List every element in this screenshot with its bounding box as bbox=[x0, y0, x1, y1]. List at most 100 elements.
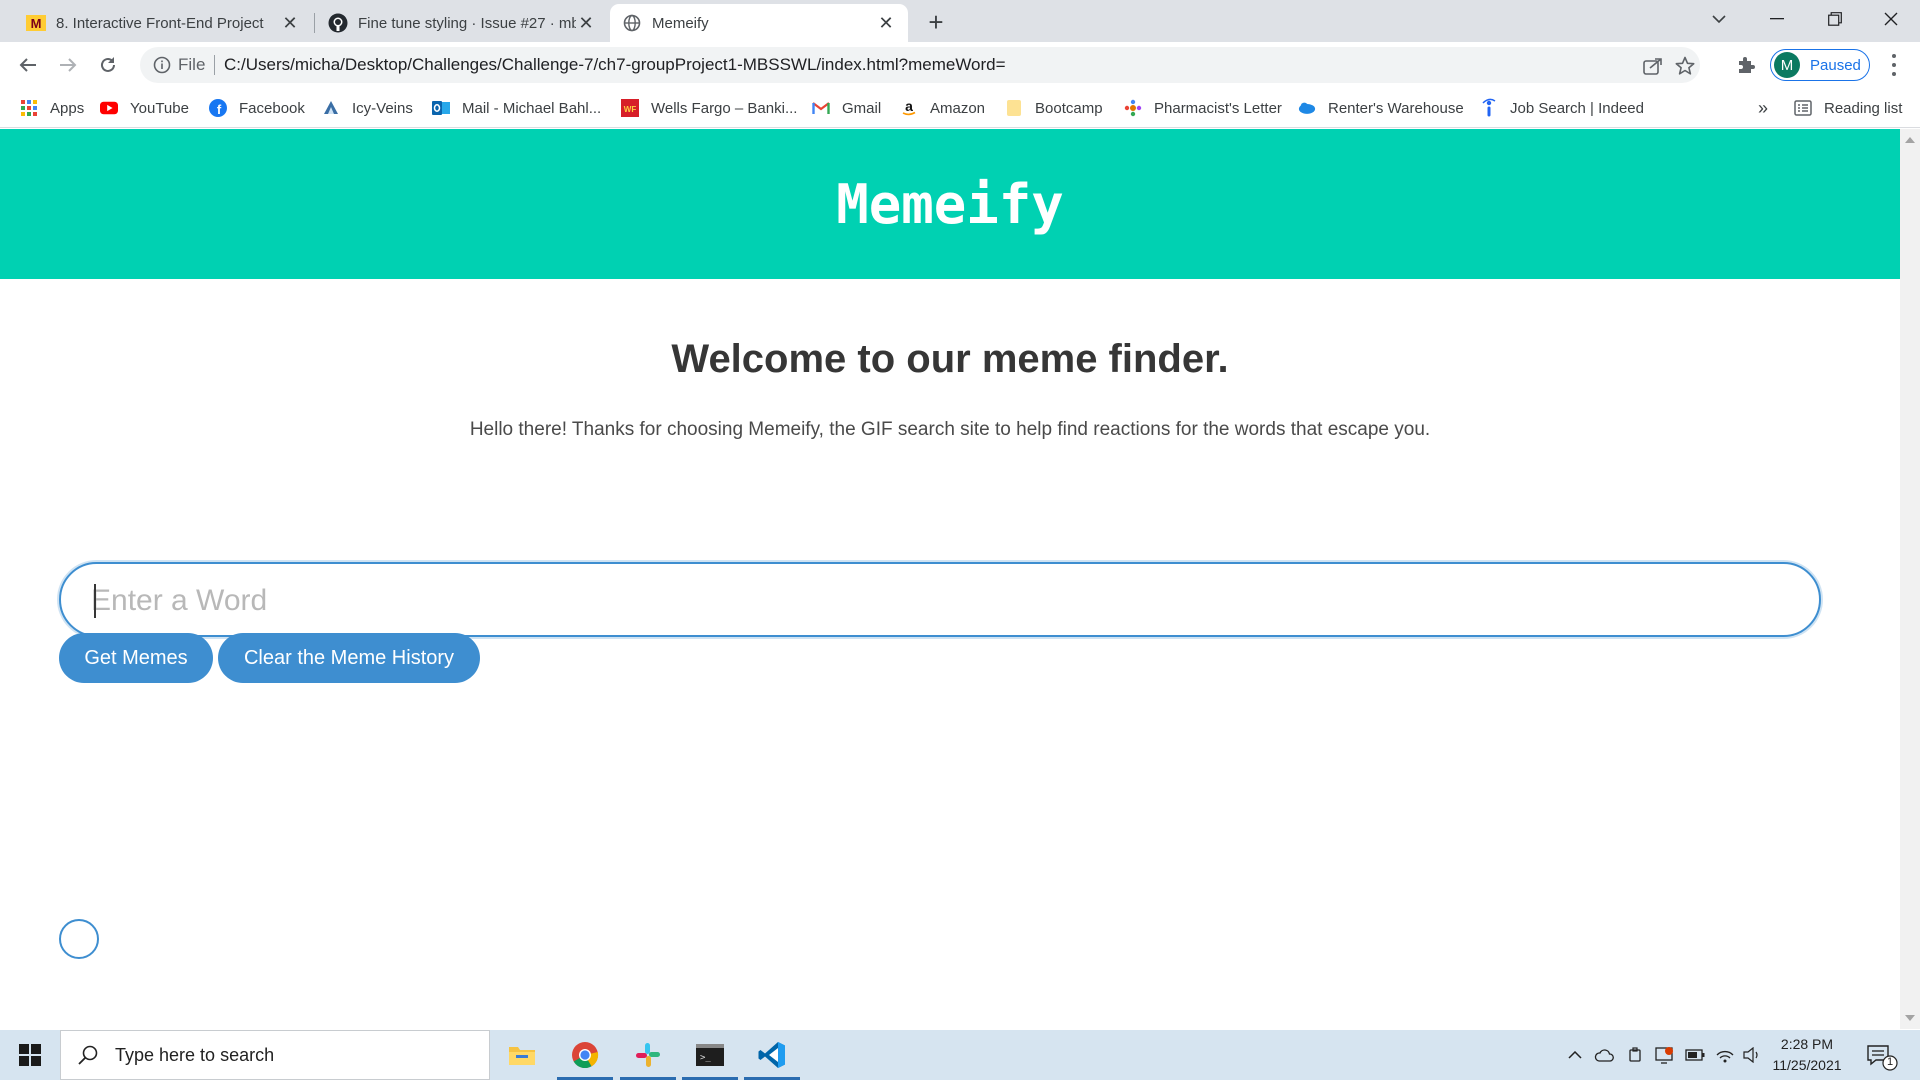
extensions-icon[interactable] bbox=[1732, 51, 1760, 79]
profile-status: Paused bbox=[1810, 56, 1861, 74]
tab-interactive-project[interactable]: M 8. Interactive Front-End Project ✕ bbox=[14, 4, 312, 42]
wifi-icon[interactable] bbox=[1715, 1045, 1735, 1065]
youtube-icon bbox=[100, 99, 118, 117]
github-icon bbox=[328, 13, 348, 33]
bookmark-wells-fargo[interactable]: WF Wells Fargo – Banki... bbox=[621, 97, 797, 119]
bookmark-indeed[interactable]: Job Search | Indeed bbox=[1480, 97, 1644, 119]
slack-icon[interactable] bbox=[618, 1030, 678, 1080]
close-window-button[interactable] bbox=[1862, 0, 1920, 38]
tab-title: 8. Interactive Front-End Project bbox=[56, 14, 264, 32]
svg-text:>_: >_ bbox=[700, 1053, 711, 1063]
bookmark-renters-warehouse[interactable]: Renter's Warehouse bbox=[1298, 97, 1464, 119]
reading-list-icon bbox=[1794, 99, 1812, 117]
bookmark-label: Icy-Veins bbox=[352, 99, 413, 117]
bookmark-pharmacists-letter[interactable]: Pharmacist's Letter bbox=[1124, 97, 1282, 119]
back-button[interactable] bbox=[14, 51, 42, 79]
clock-time: 2:28 PM bbox=[1780, 1036, 1834, 1052]
tab-github-issue[interactable]: Fine tune styling · Issue #27 · mbahl ✕ bbox=[316, 4, 608, 42]
bookmark-label: Amazon bbox=[930, 99, 986, 117]
bookmark-label: Wells Fargo – Banki... bbox=[651, 99, 798, 117]
file-explorer-icon[interactable] bbox=[492, 1030, 552, 1080]
svg-text:M: M bbox=[31, 16, 42, 31]
reload-button[interactable] bbox=[94, 51, 122, 79]
close-icon[interactable]: ✕ bbox=[280, 13, 300, 33]
meme-word-input[interactable] bbox=[91, 582, 1771, 620]
bookmark-amazon[interactable]: a Amazon bbox=[900, 97, 985, 119]
address-divider bbox=[214, 55, 215, 75]
browser-menu-icon[interactable] bbox=[1886, 52, 1902, 78]
bookmark-facebook[interactable]: f Facebook bbox=[209, 97, 305, 119]
apps-grid-icon bbox=[20, 99, 38, 117]
chrome-icon[interactable] bbox=[555, 1030, 615, 1080]
forward-button[interactable] bbox=[54, 51, 82, 79]
tab-memeify[interactable]: Memeify ✕ bbox=[610, 4, 908, 42]
meme-search-field[interactable] bbox=[59, 562, 1821, 637]
avatar: M bbox=[1774, 52, 1800, 78]
university-favicon: M bbox=[26, 13, 46, 33]
reading-list-button[interactable]: Reading list bbox=[1794, 97, 1902, 119]
svg-text:f: f bbox=[217, 102, 222, 117]
bookmark-label: Mail - Michael Bahl... bbox=[462, 99, 602, 117]
folder-icon bbox=[1005, 99, 1023, 117]
loading-circle bbox=[59, 919, 99, 959]
bookmark-star-icon[interactable] bbox=[1674, 55, 1696, 77]
info-icon[interactable] bbox=[152, 55, 172, 75]
page-scrollbar[interactable] bbox=[1900, 129, 1920, 1029]
close-icon[interactable]: ✕ bbox=[576, 13, 596, 33]
meet-now-icon[interactable] bbox=[1626, 1045, 1646, 1065]
bookmark-icy-veins[interactable]: Icy-Veins bbox=[322, 97, 413, 119]
facebook-icon: f bbox=[209, 99, 227, 117]
site-title: Memeify bbox=[836, 172, 1064, 236]
taskbar-search-box[interactable]: Type here to search bbox=[60, 1030, 490, 1080]
address-bar[interactable]: File C:/Users/micha/Desktop/Challenges/C… bbox=[140, 47, 1700, 83]
intro-text: Hello there! Thanks for choosing Memeify… bbox=[469, 419, 1431, 440]
volume-icon[interactable] bbox=[1742, 1045, 1762, 1065]
address-url[interactable]: C:/Users/micha/Desktop/Challenges/Challe… bbox=[224, 55, 1006, 75]
scroll-up-arrow-icon[interactable] bbox=[1905, 137, 1915, 143]
bookmarks-overflow-button[interactable]: » bbox=[1758, 97, 1768, 119]
onedrive-cloud-icon[interactable] bbox=[1594, 1045, 1614, 1065]
get-memes-button[interactable]: Get Memes bbox=[59, 633, 213, 683]
bookmark-label: YouTube bbox=[130, 99, 189, 117]
tab-title: Fine tune styling · Issue #27 · mbahl bbox=[358, 14, 576, 32]
browser-toolbar: File C:/Users/micha/Desktop/Challenges/C… bbox=[0, 42, 1920, 88]
clear-history-button[interactable]: Clear the Meme History bbox=[218, 633, 480, 683]
bookmark-youtube[interactable]: YouTube bbox=[100, 97, 189, 119]
bookmark-gmail[interactable]: Gmail bbox=[812, 97, 881, 119]
bookmark-bootcamp[interactable]: Bootcamp bbox=[1005, 97, 1103, 119]
tab-title: Memeify bbox=[652, 14, 709, 32]
update-notification-icon[interactable] bbox=[1655, 1045, 1675, 1065]
search-icon bbox=[77, 1044, 99, 1066]
svg-text:a: a bbox=[905, 99, 913, 114]
clock-date: 11/25/2021 bbox=[1772, 1057, 1842, 1073]
taskbar-clock[interactable]: 2:28 PM 11/25/2021 bbox=[1762, 1034, 1852, 1076]
minimize-button[interactable] bbox=[1748, 0, 1806, 38]
amazon-icon: a bbox=[900, 99, 918, 117]
indeed-icon bbox=[1480, 98, 1498, 117]
show-hidden-icons-chevron-icon[interactable] bbox=[1565, 1045, 1585, 1065]
tab-separator bbox=[314, 13, 315, 33]
gmail-icon bbox=[812, 99, 830, 117]
bookmark-apps[interactable]: Apps bbox=[20, 97, 84, 119]
vscode-icon[interactable] bbox=[742, 1030, 802, 1080]
bookmark-label: Renter's Warehouse bbox=[1328, 99, 1464, 117]
battery-icon[interactable] bbox=[1685, 1045, 1705, 1065]
terminal-icon[interactable]: >_ bbox=[680, 1030, 740, 1080]
action-center-button[interactable]: 1 bbox=[1866, 1042, 1900, 1072]
restore-button[interactable] bbox=[1806, 0, 1864, 38]
bookmarks-bar: Apps YouTube f Facebook Icy-Veins Mail -… bbox=[0, 88, 1920, 128]
share-icon[interactable] bbox=[1642, 55, 1664, 77]
close-icon[interactable]: ✕ bbox=[876, 13, 896, 33]
taskbar-search-placeholder: Type here to search bbox=[115, 1044, 275, 1065]
wells-fargo-icon: WF bbox=[621, 99, 639, 117]
bookmark-label: Pharmacist's Letter bbox=[1154, 99, 1282, 117]
bookmark-label: Apps bbox=[50, 99, 85, 117]
svg-text:WF: WF bbox=[624, 105, 637, 114]
new-tab-button[interactable]: + bbox=[922, 7, 950, 37]
bookmark-mail[interactable]: Mail - Michael Bahl... bbox=[432, 97, 601, 119]
tab-search-icon[interactable] bbox=[1690, 0, 1748, 38]
profile-button[interactable]: M Paused bbox=[1770, 49, 1870, 81]
scroll-down-arrow-icon[interactable] bbox=[1905, 1015, 1915, 1021]
icy-veins-icon bbox=[322, 99, 340, 117]
start-button[interactable] bbox=[0, 1030, 60, 1080]
